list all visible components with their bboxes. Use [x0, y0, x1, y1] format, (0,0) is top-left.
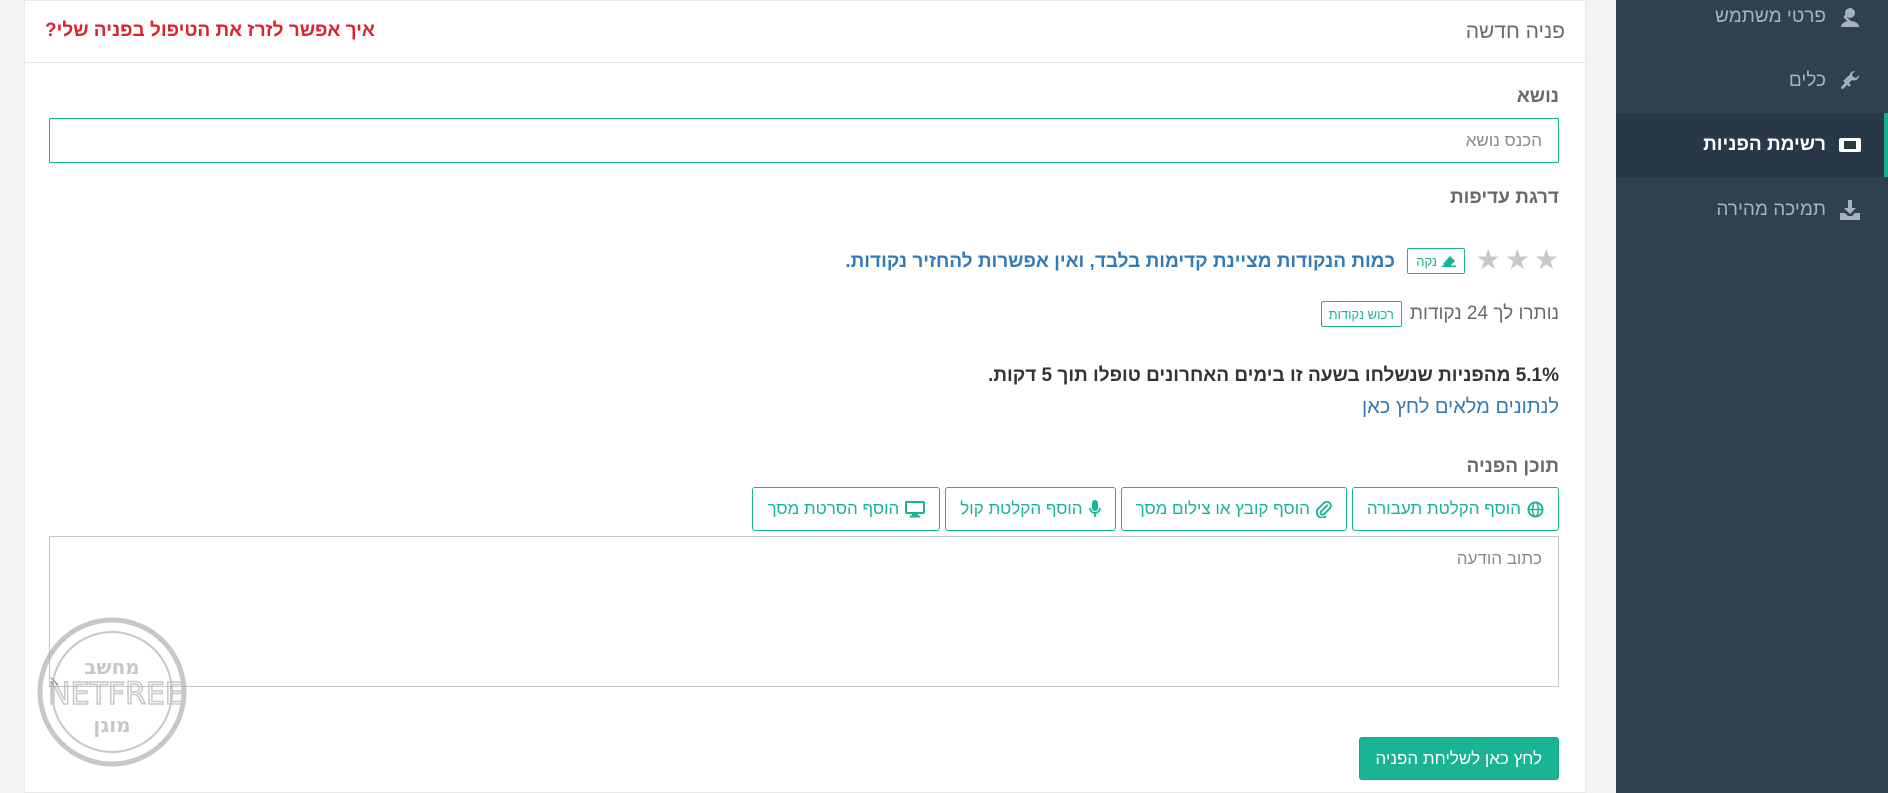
add-voice-recording-button[interactable]: הוסף הקלטת קול [945, 487, 1116, 531]
add-traffic-recording-button[interactable]: הוסף הקלטת תעבורה [1351, 487, 1559, 531]
ticket-icon [1838, 133, 1862, 157]
sidebar-item-label: פרטי משתמש [1715, 6, 1826, 27]
eraser-icon [1442, 256, 1456, 267]
chevron-left-icon [1843, 75, 1851, 87]
new-ticket-panel: פניה חדשה איך אפשר לזרז את הטיפול בפניה … [24, 0, 1586, 793]
sidebar-item-user-details[interactable]: פרטי משתמש [1616, 0, 1888, 49]
sidebar-item-label: רשימת הפניות [1703, 134, 1826, 155]
watermark-text-middle: NETFREE [48, 677, 184, 712]
sidebar-item-quick-support[interactable]: תמיכה מהירה [1616, 178, 1888, 242]
monitor-icon [905, 500, 926, 517]
globe-icon [1527, 500, 1544, 518]
subject-input[interactable] [49, 118, 1559, 163]
points-left: נותרו לך 24 נקודות [1409, 303, 1559, 324]
message-textarea[interactable] [49, 536, 1559, 687]
add-screen-recording-button[interactable]: הוסף הסרטת מסך [752, 487, 941, 531]
buy-points-button[interactable]: רכוש נקודות [1320, 301, 1402, 327]
full-stats-link[interactable]: לנתונים מלאים לחץ כאן [1362, 396, 1559, 419]
watermark-text-top: מחשב [84, 655, 140, 679]
page-title: פניה חדשה [1465, 20, 1565, 43]
content-label: תוכן הפניה [1466, 456, 1559, 477]
panel-header: פניה חדשה איך אפשר לזרז את הטיפול בפניה … [25, 1, 1585, 63]
sidebar-item-tools[interactable]: כלים [1616, 49, 1888, 113]
watermark-text-bottom: מוגן [93, 713, 130, 737]
priority-note: כמות הנקודות מציינת קדימות בלבד, ואין אפ… [845, 251, 1395, 272]
button-label: הוסף הסרטת מסך [767, 499, 900, 518]
points-row: נותרו לך 24 נקודות רכוש נקודות [1320, 301, 1559, 327]
star-icon[interactable]: ★ [1476, 245, 1501, 275]
button-label: הוסף הקלטת קול [960, 499, 1083, 518]
clear-priority-button[interactable]: נקה [1407, 248, 1465, 274]
sidebar-item-label: כלים [1788, 70, 1826, 91]
button-label: הוסף קובץ או צילום מסך [1135, 499, 1310, 518]
chevron-left-icon [1843, 11, 1851, 23]
sidebar-item-label: תמיכה מהירה [1716, 199, 1826, 220]
paperclip-icon [1315, 500, 1332, 518]
submit-ticket-button[interactable]: לחץ כאן לשליחת הפניה [1358, 737, 1559, 780]
priority-label: דרגת עדיפות [1450, 187, 1559, 208]
sidebar-item-tickets[interactable]: רשימת הפניות [1616, 113, 1888, 177]
star-icon[interactable]: ★ [1505, 245, 1530, 275]
add-file-button[interactable]: הוסף קובץ או צילום מסך [1120, 487, 1347, 531]
microphone-icon [1088, 500, 1101, 517]
priority-stars: ★ ★ ★ [1476, 245, 1559, 275]
button-label: הוסף הקלטת תעבורה [1366, 499, 1521, 518]
response-stats: 5.1% מהפניות שנשלחו בשעה זו בימים האחרונ… [988, 365, 1559, 386]
netfree-watermark: מחשב NETFREE מוגן [37, 617, 187, 767]
attach-buttons: הוסף הקלטת תעבורה הוסף קובץ או צילום מסך… [752, 487, 1559, 531]
speed-up-help-link[interactable]: איך אפשר לזרז את הטיפול בפניה שלי? [45, 20, 375, 42]
star-icon[interactable]: ★ [1534, 245, 1559, 275]
clear-label: נקה [1416, 253, 1437, 269]
download-icon [1838, 198, 1862, 222]
subject-label: נושא [1516, 86, 1559, 107]
sidebar: פרטי משתמש כלים רשימת הפניות תמיכה מהירה [1616, 0, 1888, 793]
